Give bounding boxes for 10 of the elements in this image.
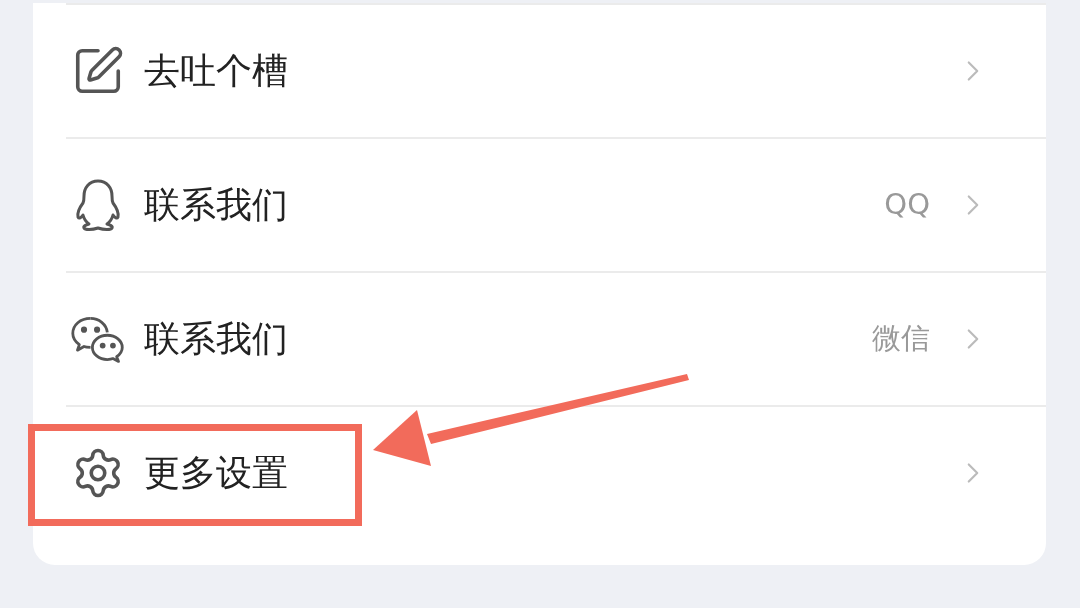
menu-row[interactable]: 联系我们 QQ <box>33 139 1046 271</box>
menu-label: 联系我们 <box>144 183 288 227</box>
menu-row[interactable]: 去吐个槽 <box>33 5 1046 137</box>
menu-row[interactable]: 更多设置 <box>33 407 1046 539</box>
menu-label: 联系我们 <box>144 317 288 361</box>
menu-row[interactable]: 联系我们 微信 <box>33 273 1046 405</box>
menu-label: 去吐个槽 <box>144 49 288 93</box>
menu-label: 更多设置 <box>144 451 288 495</box>
menu-value: QQ <box>884 186 930 224</box>
menu-value: 微信 <box>872 320 930 358</box>
